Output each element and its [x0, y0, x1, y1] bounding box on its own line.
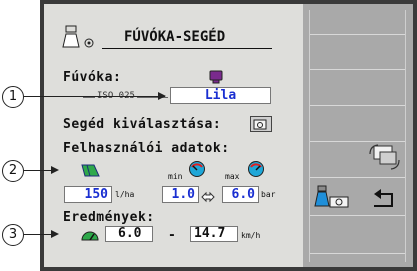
nozzle-tip-icon — [209, 70, 223, 84]
softkey-edge — [309, 10, 310, 262]
callout-1: 1 — [2, 86, 24, 108]
softkey-divider — [309, 34, 405, 35]
nozzle-value-field[interactable]: Lila — [170, 87, 271, 104]
min-pressure-field[interactable]: 1.0 — [162, 186, 199, 203]
max-label: max — [225, 172, 240, 181]
helper-select-icon — [253, 119, 267, 130]
softkey-nozzle-settings-button[interactable] — [310, 184, 354, 210]
softkey-swap-button[interactable] — [360, 140, 408, 172]
speed-min-field: 6.0 — [105, 226, 153, 242]
min-label: min — [168, 172, 183, 181]
callout-1-arrow — [158, 92, 166, 100]
speed-separator: - — [168, 228, 176, 243]
nozzle-label: Fúvóka: — [63, 70, 122, 85]
softkey-divider — [309, 105, 405, 106]
softkey-edge — [405, 10, 406, 262]
gauge-max-wrap — [247, 160, 265, 182]
swap-settings-icon — [369, 144, 400, 170]
softkey-return-button[interactable] — [364, 186, 404, 212]
callout-3-leader — [24, 234, 51, 235]
speed-max-field: 14.7 — [190, 226, 238, 242]
pressure-unit: bar — [261, 190, 276, 199]
nozzle-gear-icon — [62, 25, 94, 48]
callout-2: 2 — [2, 160, 24, 182]
swap-arrows-icon — [201, 191, 215, 203]
field-area-icon — [81, 164, 100, 177]
softkey-divider — [309, 177, 405, 178]
title-underline — [102, 48, 272, 49]
speedometer-icon-wrap — [80, 227, 100, 246]
rate-field[interactable]: 150 — [64, 186, 112, 203]
helper-select-button[interactable] — [250, 116, 272, 132]
callout-3: 3 — [2, 224, 24, 246]
pressure-gauge-min-icon — [189, 161, 205, 177]
field-area-icon-wrap — [80, 162, 102, 182]
helper-select-label: Segéd kiválasztása: — [63, 117, 222, 132]
user-data-label: Felhasználói adatok: — [63, 141, 230, 156]
callout-3-arrow — [51, 230, 59, 238]
softkey-bar — [303, 4, 413, 267]
callout-2-arrow — [51, 166, 59, 174]
swap-icon-wrap — [201, 188, 215, 207]
return-icon — [374, 189, 393, 207]
header-icon — [62, 25, 98, 55]
speed-unit: km/h — [241, 231, 261, 240]
callout-2-leader — [24, 170, 51, 171]
nozzle-settings-icon — [314, 185, 349, 208]
pressure-gauge-max-icon — [248, 161, 264, 177]
callout-1-leader — [24, 96, 165, 97]
page-title: FÚVÓKA-SEGÉD — [124, 29, 226, 45]
nozzle-color-icon — [209, 69, 223, 88]
gauge-min-wrap — [188, 160, 206, 182]
speedometer-icon — [81, 231, 99, 241]
rate-unit: l/ha — [115, 190, 135, 199]
results-label: Eredmények: — [63, 210, 155, 225]
max-pressure-field[interactable]: 6.0 — [222, 186, 259, 203]
softkey-divider — [309, 69, 405, 70]
softkey-divider — [309, 253, 405, 254]
softkey-divider — [309, 215, 405, 216]
